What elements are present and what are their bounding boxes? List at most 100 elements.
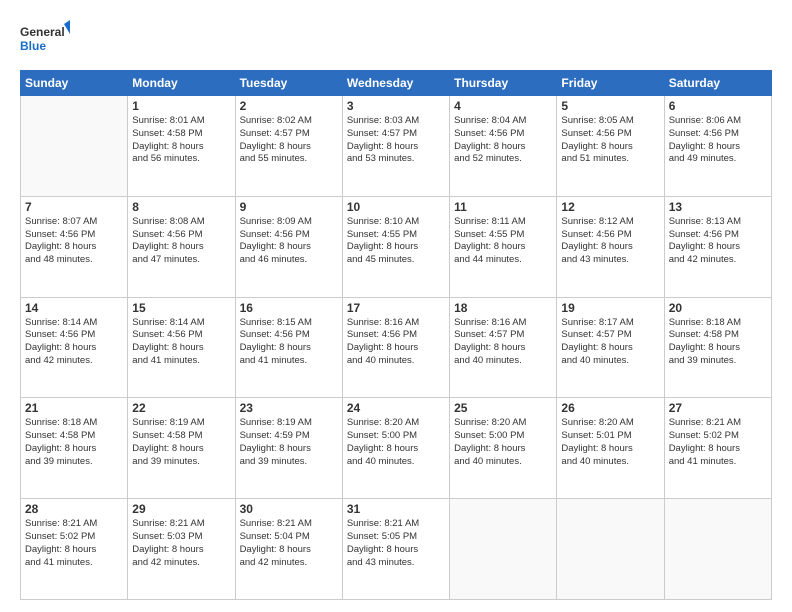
weekday-header-sunday: Sunday xyxy=(21,71,128,96)
day-info: Sunrise: 8:12 AM Sunset: 4:56 PM Dayligh… xyxy=(561,216,659,267)
day-number: 19 xyxy=(561,301,659,315)
day-number: 23 xyxy=(240,401,338,415)
day-info: Sunrise: 8:08 AM Sunset: 4:56 PM Dayligh… xyxy=(132,216,230,267)
day-info: Sunrise: 8:14 AM Sunset: 4:56 PM Dayligh… xyxy=(132,317,230,368)
calendar-cell: 9 Sunrise: 8:09 AM Sunset: 4:56 PM Daylig… xyxy=(235,196,342,297)
calendar-cell: 12 Sunrise: 8:12 AM Sunset: 4:56 PM Dayli… xyxy=(557,196,664,297)
calendar-table: SundayMondayTuesdayWednesdayThursdayFrid… xyxy=(20,70,772,600)
day-info: Sunrise: 8:03 AM Sunset: 4:57 PM Dayligh… xyxy=(347,115,445,166)
calendar-week-3: 14 Sunrise: 8:14 AM Sunset: 4:56 PM Dayli… xyxy=(21,297,772,398)
day-number: 18 xyxy=(454,301,552,315)
calendar-cell: 31 Sunrise: 8:21 AM Sunset: 5:05 PM Dayli… xyxy=(342,499,449,600)
weekday-header-saturday: Saturday xyxy=(664,71,771,96)
day-info: Sunrise: 8:17 AM Sunset: 4:57 PM Dayligh… xyxy=(561,317,659,368)
day-info: Sunrise: 8:18 AM Sunset: 4:58 PM Dayligh… xyxy=(25,417,123,468)
calendar-week-2: 7 Sunrise: 8:07 AM Sunset: 4:56 PM Daylig… xyxy=(21,196,772,297)
calendar-cell: 1 Sunrise: 8:01 AM Sunset: 4:58 PM Daylig… xyxy=(128,96,235,197)
calendar-cell xyxy=(557,499,664,600)
calendar-cell: 30Sunrise: 8:21 AM Sunset: 5:04 PM Dayli… xyxy=(235,499,342,600)
calendar-cell: 22 Sunrise: 8:19 AM Sunset: 4:58 PM Dayli… xyxy=(128,398,235,499)
day-info: Sunrise: 8:13 AM Sunset: 4:56 PM Dayligh… xyxy=(669,216,767,267)
weekday-header-thursday: Thursday xyxy=(450,71,557,96)
day-number: 27 xyxy=(669,401,767,415)
logo: General Blue xyxy=(20,20,70,60)
day-info: Sunrise: 8:02 AM Sunset: 4:57 PM Dayligh… xyxy=(240,115,338,166)
day-number: 1 xyxy=(132,99,230,113)
calendar-cell: 3Sunrise: 8:03 AM Sunset: 4:57 PM Daylig… xyxy=(342,96,449,197)
day-info: Sunrise: 8:04 AM Sunset: 4:56 PM Dayligh… xyxy=(454,115,552,166)
day-info: Sunrise: 8:10 AM Sunset: 4:55 PM Dayligh… xyxy=(347,216,445,267)
calendar-cell xyxy=(21,96,128,197)
calendar-cell: 7 Sunrise: 8:07 AM Sunset: 4:56 PM Daylig… xyxy=(21,196,128,297)
day-number: 17 xyxy=(347,301,445,315)
calendar-cell: 26 Sunrise: 8:20 AM Sunset: 5:01 PM Dayli… xyxy=(557,398,664,499)
weekday-header-monday: Monday xyxy=(128,71,235,96)
day-number: 5 xyxy=(561,99,659,113)
day-number: 20 xyxy=(669,301,767,315)
calendar-cell: 29Sunrise: 8:21 AM Sunset: 5:03 PM Dayli… xyxy=(128,499,235,600)
day-info: Sunrise: 8:21 AM Sunset: 5:05 PM Dayligh… xyxy=(347,518,445,569)
day-info: Sunrise: 8:09 AM Sunset: 4:56 PM Dayligh… xyxy=(240,216,338,267)
page: General Blue SundayMondayTuesdayWednesda… xyxy=(0,0,792,612)
calendar-cell: 18 Sunrise: 8:16 AM Sunset: 4:57 PM Dayli… xyxy=(450,297,557,398)
day-info: Sunrise: 8:16 AM Sunset: 4:57 PM Dayligh… xyxy=(454,317,552,368)
svg-text:Blue: Blue xyxy=(20,39,46,53)
day-number: 15 xyxy=(132,301,230,315)
day-number: 21 xyxy=(25,401,123,415)
day-info: Sunrise: 8:20 AM Sunset: 5:00 PM Dayligh… xyxy=(454,417,552,468)
calendar-cell: 27 Sunrise: 8:21 AM Sunset: 5:02 PM Dayli… xyxy=(664,398,771,499)
day-number: 13 xyxy=(669,200,767,214)
calendar-cell: 6 Sunrise: 8:06 AM Sunset: 4:56 PM Daylig… xyxy=(664,96,771,197)
calendar-week-5: 28 Sunrise: 8:21 AM Sunset: 5:02 PM Dayli… xyxy=(21,499,772,600)
calendar-cell: 14 Sunrise: 8:14 AM Sunset: 4:56 PM Dayli… xyxy=(21,297,128,398)
calendar-cell xyxy=(450,499,557,600)
calendar-cell: 4 Sunrise: 8:04 AM Sunset: 4:56 PM Daylig… xyxy=(450,96,557,197)
day-number: 9 xyxy=(240,200,338,214)
calendar-cell: 25 Sunrise: 8:20 AM Sunset: 5:00 PM Dayli… xyxy=(450,398,557,499)
day-info: Sunrise: 8:19 AM Sunset: 4:58 PM Dayligh… xyxy=(132,417,230,468)
day-info: Sunrise: 8:20 AM Sunset: 5:00 PM Dayligh… xyxy=(347,417,445,468)
header: General Blue xyxy=(20,16,772,60)
day-info: Sunrise: 8:21 AM Sunset: 5:02 PM Dayligh… xyxy=(25,518,123,569)
day-number: 28 xyxy=(25,502,123,516)
day-info: Sunrise: 8:05 AM Sunset: 4:56 PM Dayligh… xyxy=(561,115,659,166)
day-number: 25 xyxy=(454,401,552,415)
calendar-cell xyxy=(664,499,771,600)
day-info: Sunrise: 8:01 AM Sunset: 4:58 PM Dayligh… xyxy=(132,115,230,166)
day-info: Sunrise: 8:21 AM Sunset: 5:03 PM Dayligh… xyxy=(132,518,230,569)
day-number: 16 xyxy=(240,301,338,315)
day-number: 12 xyxy=(561,200,659,214)
calendar-header-row: SundayMondayTuesdayWednesdayThursdayFrid… xyxy=(21,71,772,96)
calendar-cell: 10Sunrise: 8:10 AM Sunset: 4:55 PM Dayli… xyxy=(342,196,449,297)
day-info: Sunrise: 8:21 AM Sunset: 5:02 PM Dayligh… xyxy=(669,417,767,468)
day-number: 6 xyxy=(669,99,767,113)
calendar-cell: 2 Sunrise: 8:02 AM Sunset: 4:57 PM Daylig… xyxy=(235,96,342,197)
day-number: 30 xyxy=(240,502,338,516)
day-info: Sunrise: 8:16 AM Sunset: 4:56 PM Dayligh… xyxy=(347,317,445,368)
calendar-cell: 15 Sunrise: 8:14 AM Sunset: 4:56 PM Dayli… xyxy=(128,297,235,398)
day-info: Sunrise: 8:18 AM Sunset: 4:58 PM Dayligh… xyxy=(669,317,767,368)
logo-svg: General Blue xyxy=(20,20,70,60)
day-number: 11 xyxy=(454,200,552,214)
day-info: Sunrise: 8:20 AM Sunset: 5:01 PM Dayligh… xyxy=(561,417,659,468)
calendar-week-1: 1 Sunrise: 8:01 AM Sunset: 4:58 PM Daylig… xyxy=(21,96,772,197)
day-number: 4 xyxy=(454,99,552,113)
day-number: 14 xyxy=(25,301,123,315)
day-number: 22 xyxy=(132,401,230,415)
calendar-cell: 20 Sunrise: 8:18 AM Sunset: 4:58 PM Dayli… xyxy=(664,297,771,398)
day-number: 2 xyxy=(240,99,338,113)
day-number: 31 xyxy=(347,502,445,516)
calendar-cell: 16Sunrise: 8:15 AM Sunset: 4:56 PM Dayli… xyxy=(235,297,342,398)
day-info: Sunrise: 8:07 AM Sunset: 4:56 PM Dayligh… xyxy=(25,216,123,267)
day-info: Sunrise: 8:06 AM Sunset: 4:56 PM Dayligh… xyxy=(669,115,767,166)
calendar-cell: 19 Sunrise: 8:17 AM Sunset: 4:57 PM Dayli… xyxy=(557,297,664,398)
day-number: 24 xyxy=(347,401,445,415)
day-info: Sunrise: 8:14 AM Sunset: 4:56 PM Dayligh… xyxy=(25,317,123,368)
calendar-cell: 8 Sunrise: 8:08 AM Sunset: 4:56 PM Daylig… xyxy=(128,196,235,297)
day-number: 8 xyxy=(132,200,230,214)
day-info: Sunrise: 8:19 AM Sunset: 4:59 PM Dayligh… xyxy=(240,417,338,468)
calendar-cell: 13 Sunrise: 8:13 AM Sunset: 4:56 PM Dayli… xyxy=(664,196,771,297)
weekday-header-tuesday: Tuesday xyxy=(235,71,342,96)
day-number: 26 xyxy=(561,401,659,415)
day-number: 7 xyxy=(25,200,123,214)
